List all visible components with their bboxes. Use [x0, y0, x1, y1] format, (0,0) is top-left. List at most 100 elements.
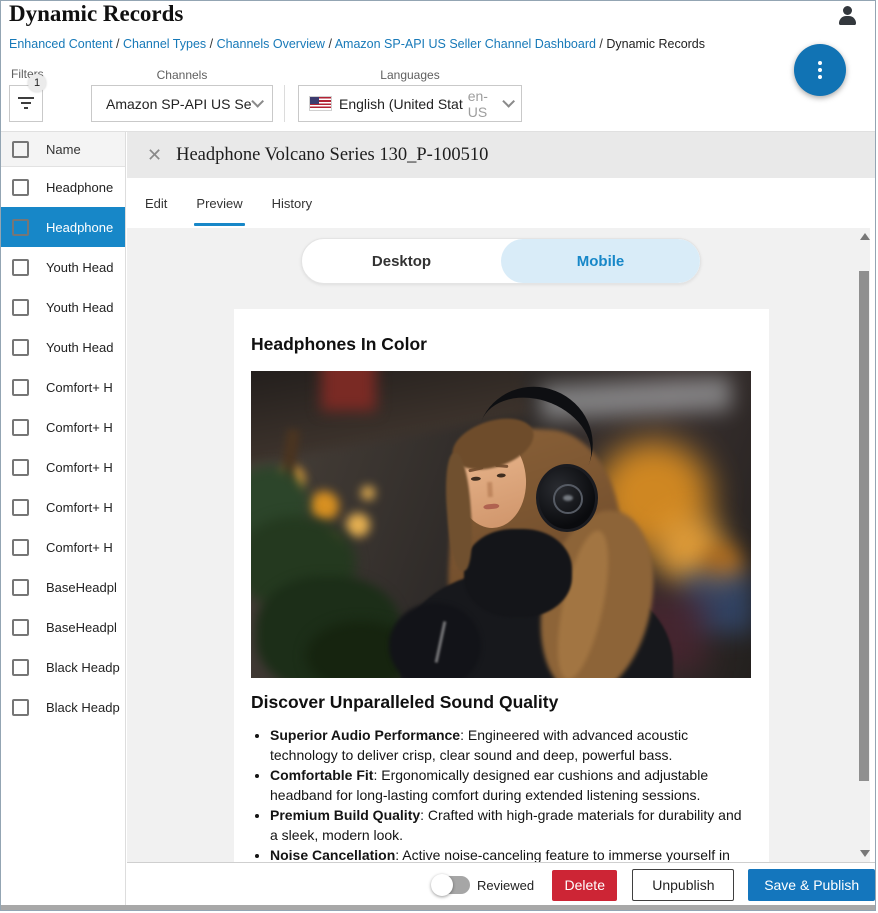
list-item[interactable]: Comfort+ H: [1, 407, 125, 447]
languages-dropdown[interactable]: English (United States) en-US: [298, 85, 522, 122]
breadcrumb: Enhanced Content / Channel Types / Chann…: [9, 37, 705, 51]
list-item[interactable]: Comfort+ H: [1, 527, 125, 567]
record-list-header: Name: [1, 132, 125, 167]
detail-tabs: Edit Preview History: [127, 178, 875, 228]
breadcrumb-separator: /: [206, 37, 216, 51]
list-item[interactable]: Black Headp: [1, 647, 125, 687]
channels-label: Channels: [91, 68, 273, 82]
user-avatar-icon[interactable]: [838, 6, 858, 26]
record-list: Headphone Headphone Youth Head Youth Head Yo…: [1, 167, 125, 727]
reviewed-label: Reviewed: [477, 878, 534, 893]
list-item[interactable]: Youth Head: [1, 247, 125, 287]
feature-title: Comfortable Fit: [270, 767, 373, 783]
chevron-down-icon: [251, 95, 264, 108]
segment-label: Desktop: [372, 253, 431, 270]
record-name: Youth Head: [46, 260, 113, 275]
breadcrumb-link[interactable]: Enhanced Content: [9, 37, 113, 51]
list-item[interactable]: Youth Head: [1, 327, 125, 367]
row-checkbox[interactable]: [12, 499, 29, 516]
unpublish-button[interactable]: Unpublish: [632, 869, 734, 901]
feature-item: Noise Cancellation: Active noise-canceli…: [270, 845, 752, 862]
device-toggle-mobile[interactable]: Mobile: [501, 239, 700, 283]
feature-title: Superior Audio Performance: [270, 727, 460, 743]
detail-header: ✕ Headphone Volcano Series 130_P-100510: [127, 132, 875, 178]
scroll-up-icon[interactable]: [860, 233, 870, 240]
save-publish-button[interactable]: Save & Publish: [748, 869, 875, 901]
feature-list: Superior Audio Performance: Engineered w…: [270, 725, 752, 862]
list-item[interactable]: BaseHeadpl: [1, 607, 125, 647]
feature-title: Premium Build Quality: [270, 807, 420, 823]
tab-edit[interactable]: Edit: [145, 178, 167, 228]
reviewed-toggle[interactable]: [433, 876, 470, 894]
row-checkbox[interactable]: [12, 379, 29, 396]
tab-preview[interactable]: Preview: [196, 178, 242, 228]
kebab-menu-icon: [818, 61, 822, 65]
feature-item: Superior Audio Performance: Engineered w…: [270, 725, 752, 765]
preview-heading: Headphones In Color: [251, 334, 752, 355]
filter-count-badge: 1: [28, 74, 46, 92]
page-title: Dynamic Records: [9, 1, 183, 27]
feature-item: Comfortable Fit: Ergonomically designed …: [270, 765, 752, 805]
record-name: Comfort+ H: [46, 420, 113, 435]
select-all-checkbox[interactable]: [12, 141, 29, 158]
list-item[interactable]: Black Headp: [1, 687, 125, 727]
action-footer: Reviewed Delete Unpublish Save & Publish: [127, 862, 875, 907]
tab-label: Edit: [145, 196, 167, 211]
preview-image: [251, 371, 751, 678]
scroll-down-icon[interactable]: [860, 850, 870, 857]
list-item[interactable]: Youth Head: [1, 287, 125, 327]
record-name: Headphone: [46, 180, 113, 195]
record-name: Black Headp: [46, 700, 120, 715]
row-checkbox[interactable]: [12, 179, 29, 196]
breadcrumb-separator: /: [596, 37, 606, 51]
chevron-down-icon: [502, 95, 515, 108]
tab-label: History: [272, 196, 312, 211]
row-checkbox[interactable]: [12, 659, 29, 676]
row-checkbox[interactable]: [12, 219, 29, 236]
list-item[interactable]: Headphone: [1, 207, 125, 247]
row-checkbox[interactable]: [12, 579, 29, 596]
avatar-body: [839, 16, 856, 25]
record-name: Headphone: [46, 220, 113, 235]
record-name: Black Headp: [46, 660, 120, 675]
record-name: BaseHeadpl: [46, 580, 117, 595]
feature-item: Premium Build Quality: Crafted with high…: [270, 805, 752, 845]
device-toggle: Desktop Mobile: [301, 238, 701, 284]
breadcrumb-link[interactable]: Channels Overview: [217, 37, 325, 51]
list-item[interactable]: Comfort+ H: [1, 447, 125, 487]
row-checkbox[interactable]: [12, 299, 29, 316]
device-toggle-desktop[interactable]: Desktop: [302, 239, 501, 283]
record-name: Comfort+ H: [46, 540, 113, 555]
list-item[interactable]: Headphone: [1, 167, 125, 207]
filter-separator: [284, 85, 285, 122]
row-checkbox[interactable]: [12, 259, 29, 276]
row-checkbox[interactable]: [12, 419, 29, 436]
close-icon[interactable]: ✕: [147, 146, 162, 164]
breadcrumb-separator: /: [325, 37, 335, 51]
row-checkbox[interactable]: [12, 699, 29, 716]
name-column-header: Name: [46, 142, 81, 157]
row-checkbox[interactable]: [12, 459, 29, 476]
list-item[interactable]: Comfort+ H: [1, 487, 125, 527]
breadcrumb-link[interactable]: Channel Types: [123, 37, 206, 51]
preview-card: Headphones In Color: [234, 309, 769, 862]
row-checkbox[interactable]: [12, 619, 29, 636]
preview-scrollbar: [858, 228, 870, 862]
row-checkbox[interactable]: [12, 339, 29, 356]
scrollbar-thumb[interactable]: [859, 271, 869, 781]
window-bottom-edge: [1, 905, 875, 910]
delete-button[interactable]: Delete: [552, 870, 617, 901]
row-checkbox[interactable]: [12, 539, 29, 556]
preview-tab-content: Desktop Mobile Headphones In Color: [127, 228, 875, 862]
record-name: Youth Head: [46, 300, 113, 315]
channels-dropdown[interactable]: Amazon SP-API US Seller: [91, 85, 273, 122]
content-right-edge: [870, 228, 875, 862]
breadcrumb-link[interactable]: Amazon SP-API US Seller Channel Dashboar…: [335, 37, 596, 51]
actions-fab-button[interactable]: [794, 44, 846, 96]
record-name: Comfort+ H: [46, 460, 113, 475]
languages-label: Languages: [298, 68, 522, 82]
tab-history[interactable]: History: [272, 178, 312, 228]
record-name: BaseHeadpl: [46, 620, 117, 635]
list-item[interactable]: BaseHeadpl: [1, 567, 125, 607]
list-item[interactable]: Comfort+ H: [1, 367, 125, 407]
